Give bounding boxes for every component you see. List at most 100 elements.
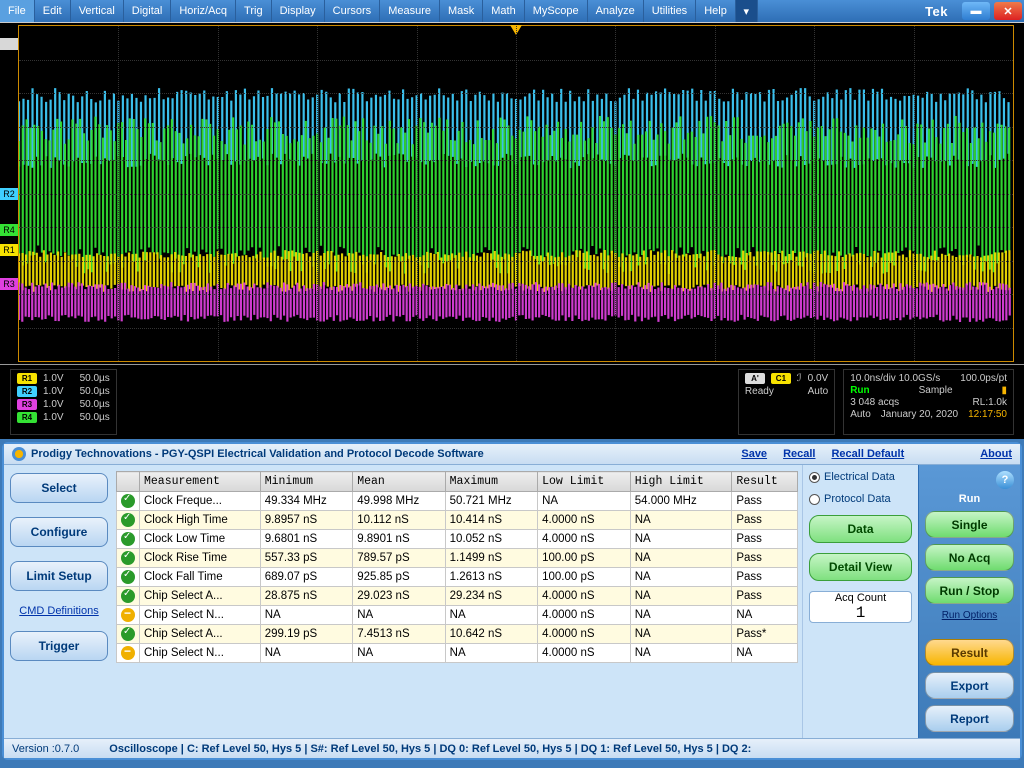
channel-timediv: 50.0µs xyxy=(80,412,110,423)
table-header[interactable]: Measurement xyxy=(140,472,261,492)
channel-marker-[interactable] xyxy=(0,38,18,50)
table-header[interactable]: Minimum xyxy=(260,472,352,492)
table-row[interactable]: Chip Select A...299.19 pS7.4513 nS10.642… xyxy=(117,625,798,644)
menubar: FileEditVerticalDigitalHoriz/AcqTrigDisp… xyxy=(0,0,1024,22)
table-header[interactable]: Result xyxy=(732,472,798,492)
data-button[interactable]: Data xyxy=(809,515,912,543)
table-row[interactable]: Chip Select N...NANANA4.0000 nSNANA xyxy=(117,606,798,625)
run-header: Run xyxy=(925,493,1014,505)
save-link[interactable]: Save xyxy=(741,448,767,460)
channel-tag: R3 xyxy=(17,399,37,410)
table-cell: NA xyxy=(630,549,732,568)
trigger-readout: A' C1 ℐ 0.0V Ready Auto xyxy=(738,369,835,435)
table-cell: Pass* xyxy=(732,625,798,644)
table-cell: NA xyxy=(630,530,732,549)
trig-ready: Ready xyxy=(745,386,774,397)
table-cell: 7.4513 nS xyxy=(353,625,445,644)
table-header[interactable]: Maximum xyxy=(445,472,537,492)
table-row[interactable]: Clock High Time9.8957 nS10.112 nS10.414 … xyxy=(117,511,798,530)
table-cell: Pass xyxy=(732,549,798,568)
menu-cursors[interactable]: Cursors xyxy=(325,0,381,22)
table-cell: Clock Low Time xyxy=(140,530,261,549)
table-cell: Pass xyxy=(732,568,798,587)
export-button[interactable]: Export xyxy=(925,672,1014,699)
table-cell: 10.414 nS xyxy=(445,511,537,530)
table-cell: NA xyxy=(630,606,732,625)
menu-trig[interactable]: Trig xyxy=(236,0,272,22)
limit-setup-button[interactable]: Limit Setup xyxy=(10,561,108,591)
about-link[interactable]: About xyxy=(980,448,1012,460)
select-button[interactable]: Select xyxy=(10,473,108,503)
menu-mask[interactable]: Mask xyxy=(440,0,483,22)
table-cell: Chip Select A... xyxy=(140,625,261,644)
table-cell: 789.57 pS xyxy=(353,549,445,568)
menu-display[interactable]: Display xyxy=(272,0,325,22)
menu-vertical[interactable]: Vertical xyxy=(71,0,124,22)
channel-readout-row: R21.0V50.0µs xyxy=(17,386,110,397)
table-row[interactable]: Clock Low Time9.6801 nS9.8901 nS10.052 n… xyxy=(117,530,798,549)
no-acq-button[interactable]: No Acq xyxy=(925,544,1014,571)
menu-measure[interactable]: Measure xyxy=(380,0,440,22)
check-icon xyxy=(121,589,135,603)
warn-icon xyxy=(121,646,135,660)
timebase: 10.0ns/div 10.0GS/s xyxy=(850,373,940,384)
menu-utilities[interactable]: Utilities xyxy=(644,0,696,22)
table-cell: 29.234 nS xyxy=(445,587,537,606)
channel-timediv: 50.0µs xyxy=(80,373,110,384)
table-cell: 925.85 pS xyxy=(353,568,445,587)
recall-default-link[interactable]: Recall Default xyxy=(831,448,904,460)
channel-marker-r3[interactable]: R3 xyxy=(0,278,18,290)
report-button[interactable]: Report xyxy=(925,705,1014,732)
single-button[interactable]: Single xyxy=(925,511,1014,538)
radio-protocol[interactable]: Protocol Data xyxy=(809,493,912,505)
result-button[interactable]: Result xyxy=(925,639,1014,666)
detail-view-button[interactable]: Detail View xyxy=(809,553,912,581)
table-cell: 1.1499 nS xyxy=(445,549,537,568)
recall-link[interactable]: Recall xyxy=(783,448,815,460)
table-row[interactable]: Clock Freque...49.334 MHz49.998 MHz50.72… xyxy=(117,492,798,511)
table-row[interactable]: Clock Rise Time557.33 pS789.57 pS1.1499 … xyxy=(117,549,798,568)
record-length: RL:1.0k xyxy=(973,397,1007,408)
table-row[interactable]: Chip Select N...NANANA4.0000 nSNANA xyxy=(117,644,798,663)
table-cell: Pass xyxy=(732,511,798,530)
menu-file[interactable]: File xyxy=(0,0,35,22)
menu-horizacq[interactable]: Horiz/Acq xyxy=(171,0,236,22)
cmd-definitions-link[interactable]: CMD Definitions xyxy=(10,605,108,617)
table-header[interactable]: Low Limit xyxy=(538,472,631,492)
table-header[interactable]: High Limit xyxy=(630,472,732,492)
table-cell: 49.998 MHz xyxy=(353,492,445,511)
table-header[interactable]: Mean xyxy=(353,472,445,492)
run-stop-button[interactable]: Run / Stop xyxy=(925,577,1014,604)
channel-marker-r1[interactable]: R1 xyxy=(0,244,18,256)
table-cell: 28.875 nS xyxy=(260,587,352,606)
menu-help[interactable]: Help xyxy=(696,0,736,22)
table-row[interactable]: Clock Fall Time689.07 pS925.85 pS1.2613 … xyxy=(117,568,798,587)
measurement-table-wrap: MeasurementMinimumMeanMaximumLow LimitHi… xyxy=(114,465,802,738)
radio-electrical[interactable]: Electrical Data xyxy=(809,471,912,483)
close-button[interactable]: ✕ xyxy=(994,2,1022,20)
table-row[interactable]: Chip Select A...28.875 nS29.023 nS29.234… xyxy=(117,587,798,606)
menu-dropdown[interactable]: ▾ xyxy=(736,0,758,22)
run-options-link[interactable]: Run Options xyxy=(925,610,1014,621)
table-cell: Chip Select N... xyxy=(140,606,261,625)
table-cell: Pass xyxy=(732,492,798,511)
menu-analyze[interactable]: Analyze xyxy=(588,0,644,22)
panel-title: Prodigy Technovations - PGY-QSPI Electri… xyxy=(31,448,484,460)
table-cell: Clock Freque... xyxy=(140,492,261,511)
configure-button[interactable]: Configure xyxy=(10,517,108,547)
acq-count-box: Acq Count 1 xyxy=(809,591,912,623)
table-cell: 9.8957 nS xyxy=(260,511,352,530)
menu-myscope[interactable]: MyScope xyxy=(525,0,588,22)
help-icon[interactable]: ? xyxy=(996,471,1014,489)
chevron-down-icon: ▾ xyxy=(744,5,750,18)
trigger-button[interactable]: Trigger xyxy=(10,631,108,661)
channel-marker-r2[interactable]: R2 xyxy=(0,188,18,200)
menu-digital[interactable]: Digital xyxy=(124,0,172,22)
menu-edit[interactable]: Edit xyxy=(35,0,71,22)
warn-icon xyxy=(121,608,135,622)
right-action-column: ? Run Single No Acq Run / Stop Run Optio… xyxy=(918,465,1020,738)
menu-math[interactable]: Math xyxy=(483,0,524,22)
table-cell: 1.2613 nS xyxy=(445,568,537,587)
channel-marker-r4[interactable]: R4 xyxy=(0,224,18,236)
minimize-button[interactable]: ▬ xyxy=(962,2,990,20)
